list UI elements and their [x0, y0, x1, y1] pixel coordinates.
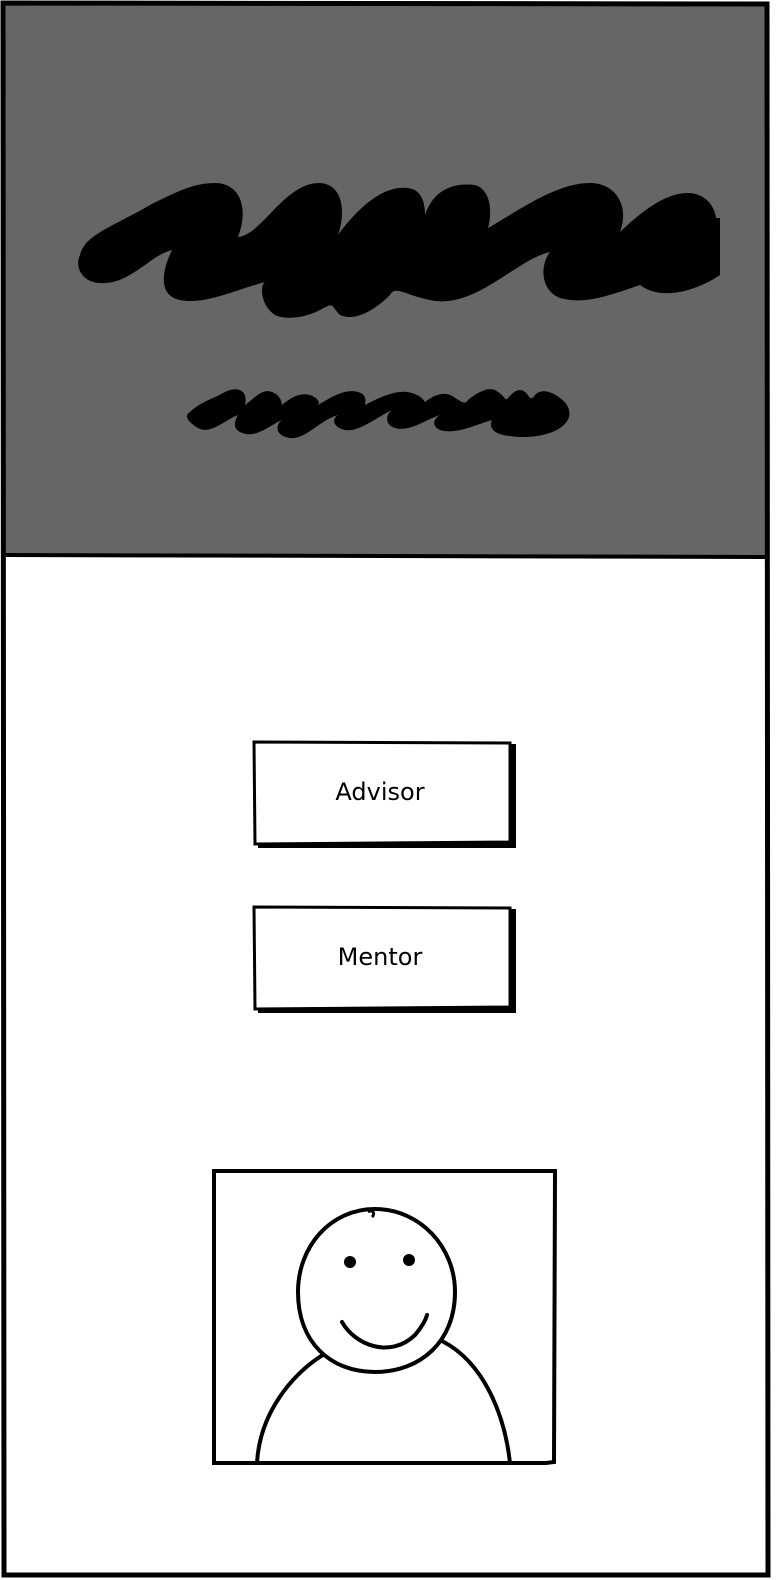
mentor-button[interactable]: Mentor: [252, 905, 516, 1015]
app-screen: Advisor Mentor: [0, 0, 776, 1580]
mentor-button-label: Mentor: [337, 943, 423, 971]
advisor-button-label: Advisor: [335, 778, 425, 806]
user-avatar-icon: [212, 1169, 558, 1465]
advisor-button[interactable]: Advisor: [252, 740, 516, 850]
